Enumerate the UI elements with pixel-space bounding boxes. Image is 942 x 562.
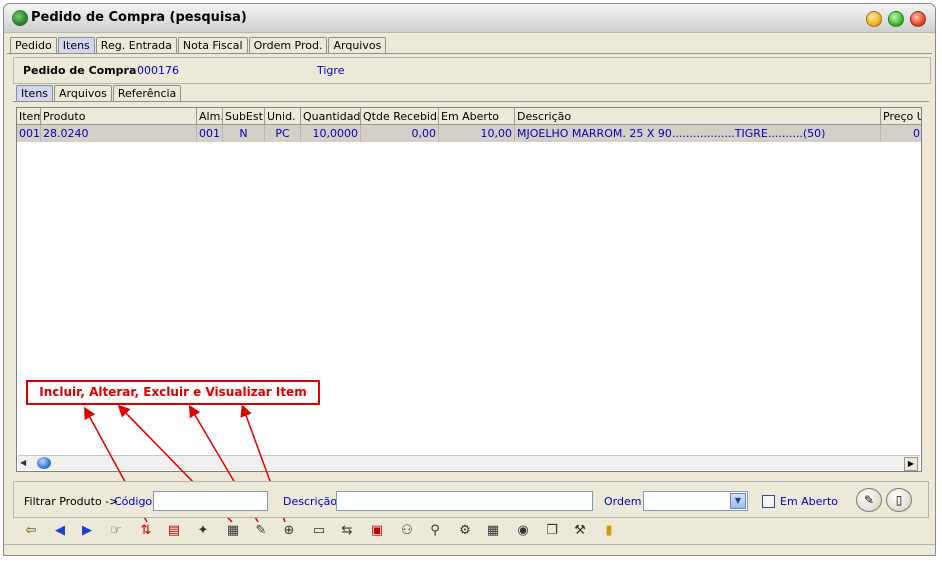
settings-icon[interactable]: ⚒ bbox=[570, 521, 590, 541]
gears-icon[interactable]: ⚙ bbox=[455, 521, 475, 541]
book-icon[interactable]: ▮ bbox=[599, 521, 619, 541]
filter-label: Filtrar Produto -> bbox=[24, 495, 119, 508]
tools-icon[interactable]: ✦ bbox=[193, 521, 213, 541]
search-doc-icon[interactable]: ⚲ bbox=[425, 521, 445, 541]
bottom-toolbar: ⇦ ◀ ▶ ☞ ⇅ ▤ ✦ ▦ ✎ ⊕ ▭ ⇆ ▣ ⚇ ⚲ ⚙ ▦ ◉ ❐ ⚒ … bbox=[13, 519, 929, 543]
export-icon[interactable]: ▣ bbox=[367, 521, 387, 541]
new-document-button[interactable]: ▯ bbox=[886, 488, 912, 512]
codigo-label: Código bbox=[114, 495, 153, 508]
filter-bar: Filtrar Produto -> Código Descrição Orde… bbox=[13, 481, 929, 518]
descricao-label: Descrição bbox=[283, 495, 338, 508]
descricao-input[interactable] bbox=[336, 491, 593, 511]
calendar-icon[interactable]: ▦ bbox=[483, 521, 503, 541]
hand-pointer-icon[interactable]: ☞ bbox=[106, 521, 126, 541]
ordem-select[interactable]: ▼ bbox=[643, 491, 748, 511]
em-aberto-checkbox[interactable] bbox=[762, 495, 775, 508]
next-record-icon[interactable]: ▶ bbox=[77, 521, 97, 541]
em-aberto-label: Em Aberto bbox=[780, 495, 839, 508]
prev-record-icon[interactable]: ◀ bbox=[50, 521, 70, 541]
card-icon[interactable]: ▭ bbox=[309, 521, 329, 541]
annotation-arrows bbox=[84, 404, 286, 523]
exclude-item-icon[interactable]: ✎ bbox=[251, 521, 271, 541]
cd-icon[interactable]: ◉ bbox=[513, 521, 533, 541]
copy-icon[interactable]: ❐ bbox=[542, 521, 562, 541]
include-item-icon[interactable]: ▤ bbox=[164, 521, 184, 541]
clear-filter-button[interactable]: ✎ bbox=[856, 488, 882, 512]
view-zoom-icon[interactable]: ⊕ bbox=[279, 521, 299, 541]
status-bar bbox=[4, 544, 935, 555]
ordem-label: Ordem bbox=[604, 495, 642, 508]
codigo-input[interactable] bbox=[153, 491, 268, 511]
sort-icon[interactable]: ⇅ bbox=[136, 521, 156, 541]
exit-door-icon[interactable]: ⇦ bbox=[21, 521, 41, 541]
alter-item-icon[interactable]: ▦ bbox=[223, 521, 243, 541]
group-icon[interactable]: ⚇ bbox=[397, 521, 417, 541]
app-window: Pedido de Compra (pesquisa) Pedido Itens… bbox=[3, 3, 936, 556]
transfer-icon[interactable]: ⇆ bbox=[337, 521, 357, 541]
dropdown-arrow-icon[interactable]: ▼ bbox=[730, 493, 746, 509]
